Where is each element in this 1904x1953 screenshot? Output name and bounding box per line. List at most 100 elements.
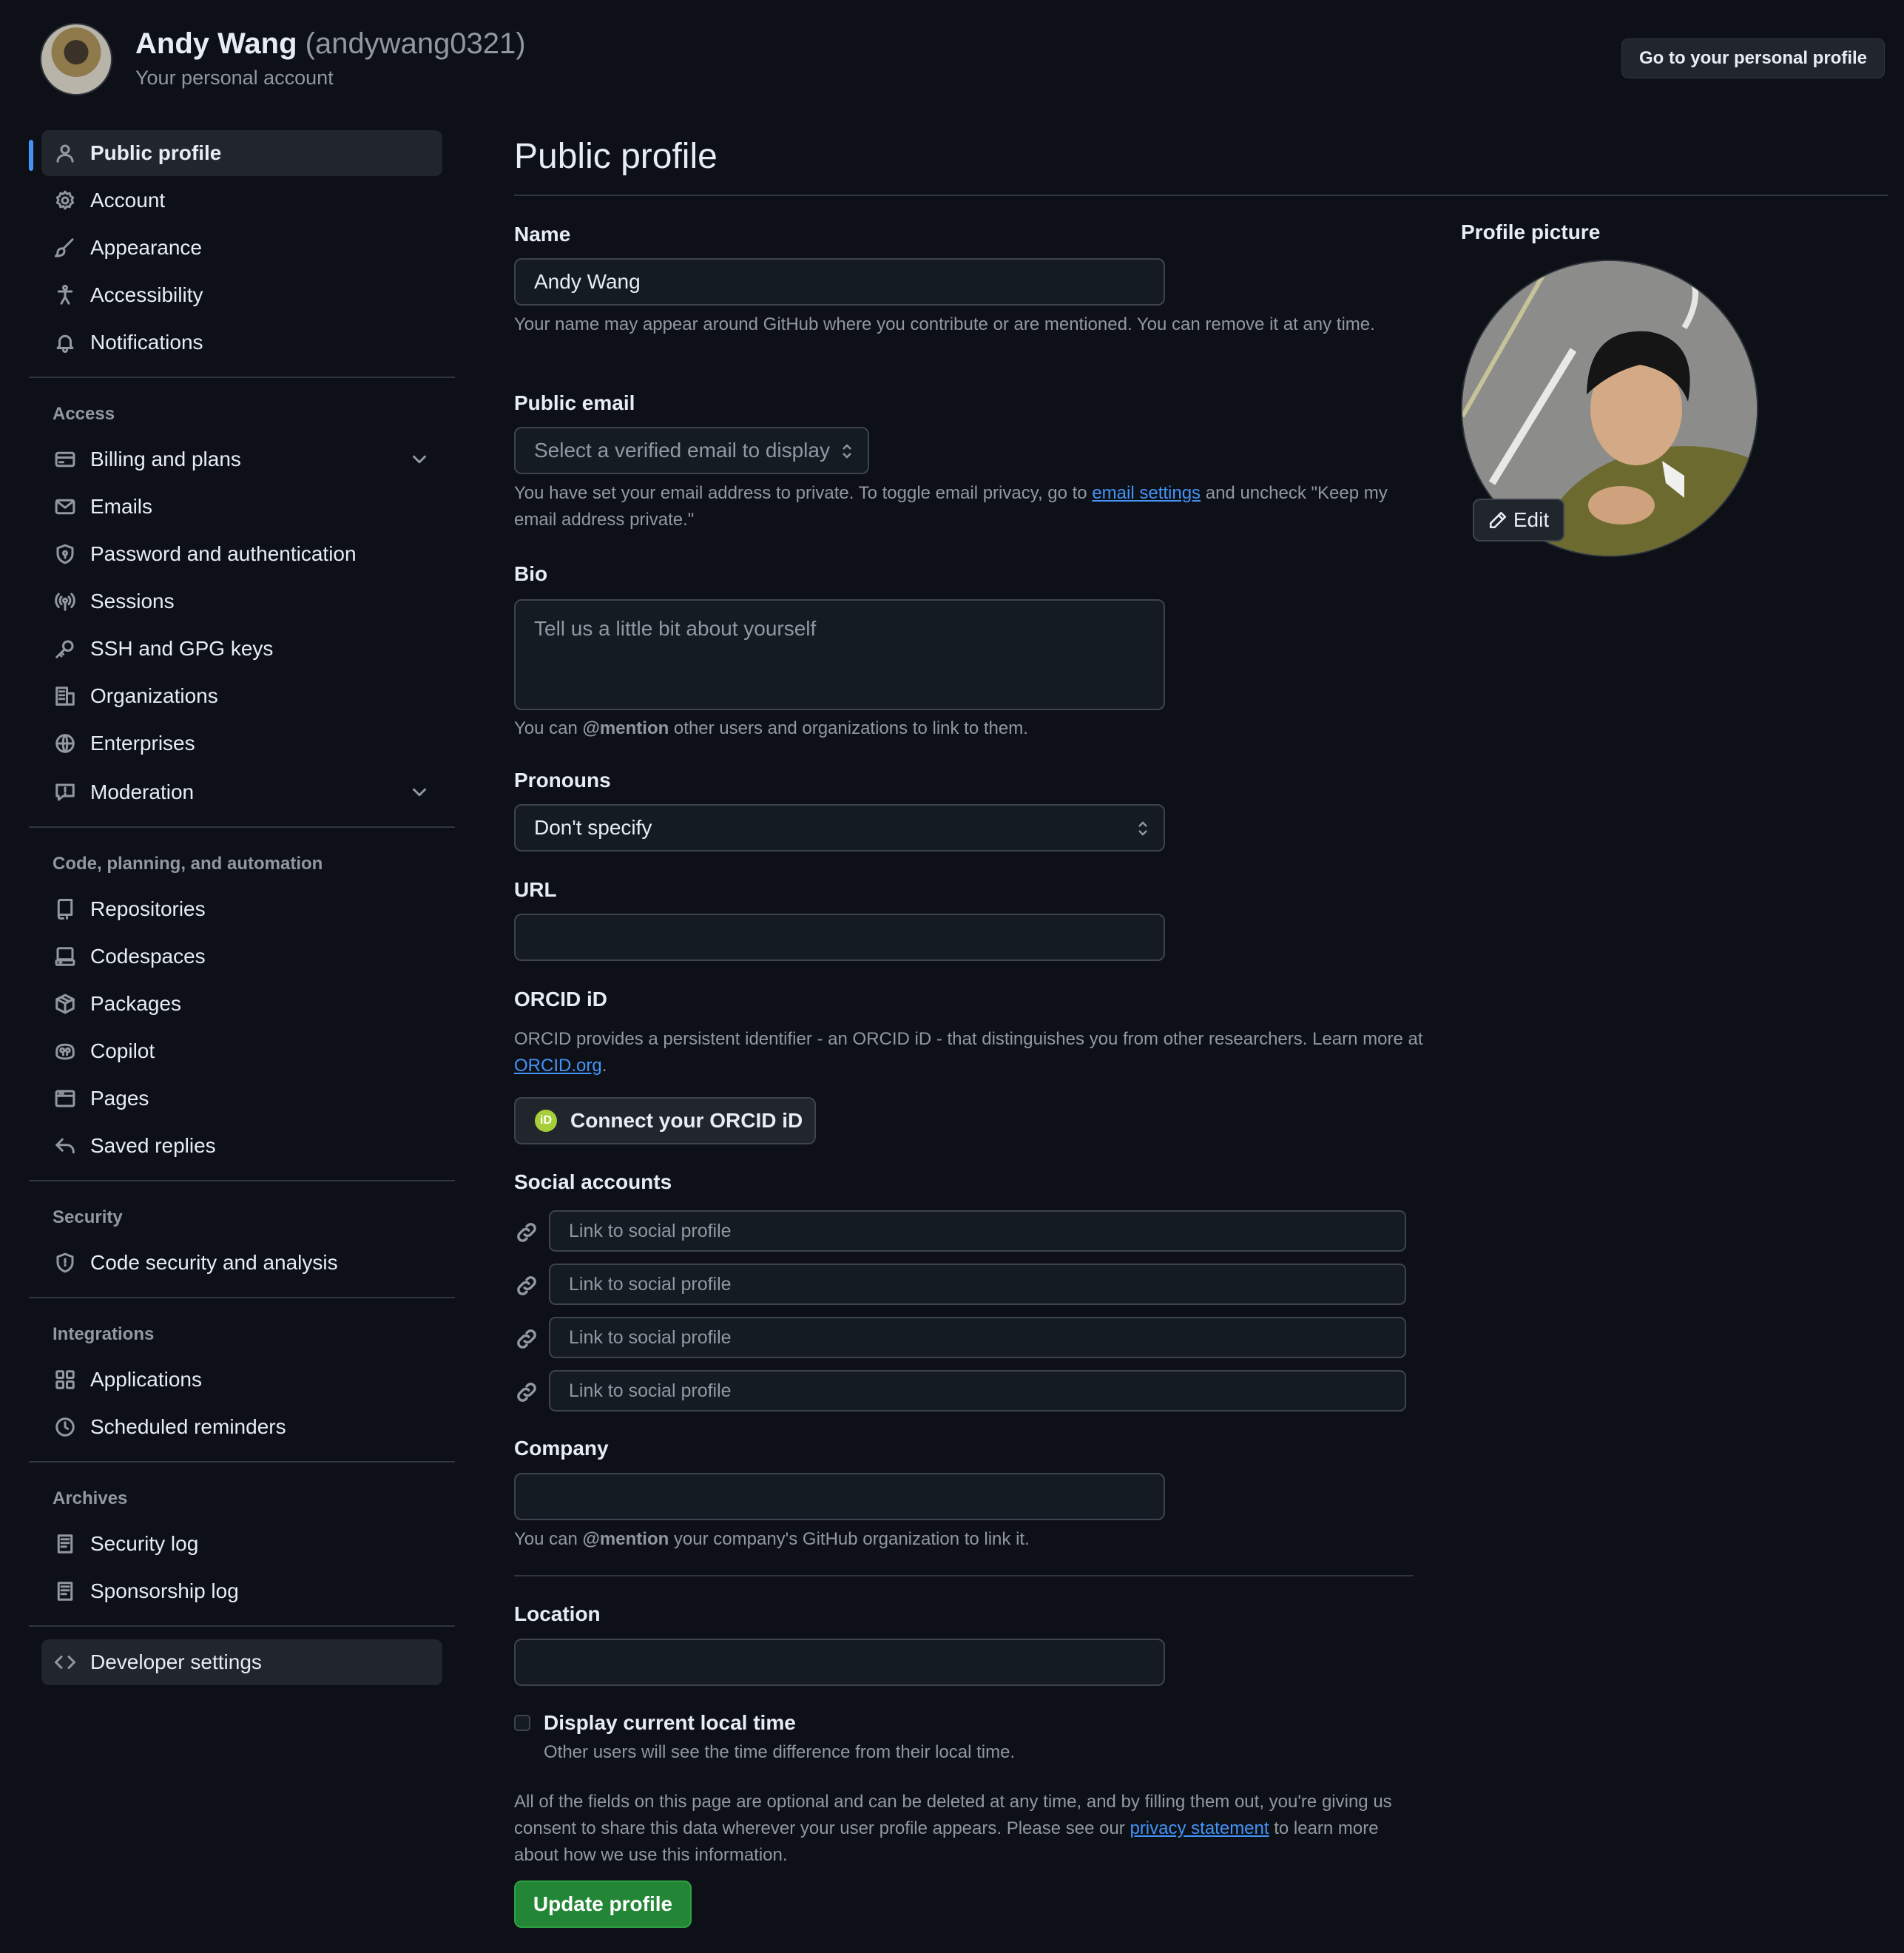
name-help: Your name may appear around GitHub where… bbox=[514, 314, 1375, 334]
select-arrows-icon bbox=[843, 444, 851, 459]
link-icon bbox=[517, 1329, 536, 1349]
sidebar-item-label: Enterprises bbox=[90, 732, 195, 755]
sidebar-item-label: Packages bbox=[90, 992, 181, 1015]
codescan-icon bbox=[52, 1249, 78, 1276]
mention-text: @mention bbox=[582, 718, 669, 738]
sidebar-item-billing[interactable]: Billing and plans bbox=[41, 436, 442, 482]
chevron-down-icon[interactable] bbox=[408, 781, 431, 803]
person-icon bbox=[52, 140, 78, 166]
sidebar-divider bbox=[29, 1180, 455, 1181]
pronouns-label: Pronouns bbox=[514, 769, 611, 792]
sidebar-heading-security: Security bbox=[53, 1207, 123, 1227]
name-input[interactable]: Andy Wang bbox=[514, 258, 1165, 306]
organization-icon bbox=[52, 683, 78, 709]
link-icon bbox=[517, 1383, 536, 1402]
sidebar-item-security-log[interactable]: Security log bbox=[41, 1521, 442, 1567]
sidebar-divider bbox=[29, 1625, 455, 1627]
sidebar-item-pages[interactable]: Pages bbox=[41, 1076, 442, 1121]
sidebar-item-label: Moderation bbox=[90, 780, 195, 803]
broadcast-icon bbox=[52, 588, 78, 615]
sidebar-item-label: Applications bbox=[90, 1368, 202, 1391]
sidebar-item-public-profile[interactable]: Public profile bbox=[41, 130, 442, 176]
sidebar-item-organizations[interactable]: Organizations bbox=[41, 673, 442, 719]
bell-icon bbox=[52, 329, 78, 356]
privacy-statement-link[interactable]: privacy statement bbox=[1130, 1818, 1269, 1838]
pronouns-select[interactable]: Don't specify bbox=[514, 804, 1165, 851]
update-profile-button[interactable]: Update profile bbox=[514, 1881, 692, 1928]
orcid-link[interactable]: ORCID.org bbox=[514, 1056, 602, 1076]
report-icon bbox=[52, 779, 78, 806]
bio-textarea[interactable]: Tell us a little bit about yourself bbox=[514, 599, 1165, 710]
sidebar-item-appearance[interactable]: Appearance bbox=[41, 225, 442, 271]
orcid-help-text: . bbox=[601, 1056, 607, 1076]
avatar[interactable] bbox=[40, 23, 112, 95]
sidebar-item-developer-settings[interactable]: Developer settings bbox=[41, 1639, 442, 1685]
social-profile-input[interactable]: Link to social profile bbox=[549, 1264, 1406, 1305]
gear-icon bbox=[52, 187, 78, 214]
sidebar-item-sponsorship-log[interactable]: Sponsorship log bbox=[41, 1568, 442, 1614]
sidebar-item-label: Appearance bbox=[90, 236, 203, 259]
social-profile-input[interactable]: Link to social profile bbox=[549, 1210, 1406, 1252]
bio-help-text: other users and organizations to link to… bbox=[669, 718, 1028, 738]
sidebar-heading-integrations: Integrations bbox=[53, 1324, 155, 1344]
sidebar-item-sessions[interactable]: Sessions bbox=[41, 579, 442, 624]
sidebar-item-label: Pages bbox=[90, 1087, 149, 1110]
sidebar-item-label: Accessibility bbox=[90, 283, 203, 306]
sidebar-item-notifications[interactable]: Notifications bbox=[41, 320, 442, 365]
go-to-personal-profile-button[interactable]: Go to your personal profile bbox=[1621, 38, 1885, 78]
bio-label: Bio bbox=[514, 562, 548, 585]
sidebar-item-account[interactable]: Account bbox=[41, 178, 442, 223]
sidebar-item-label: Copilot bbox=[90, 1039, 155, 1062]
package-icon bbox=[52, 991, 78, 1017]
sidebar-item-password-auth[interactable]: Password and authentication bbox=[41, 531, 442, 577]
company-input[interactable] bbox=[514, 1473, 1165, 1520]
sidebar-item-accessibility[interactable]: Accessibility bbox=[41, 272, 442, 318]
sidebar-divider bbox=[29, 826, 455, 828]
code-icon bbox=[52, 1649, 78, 1676]
sidebar-item-applications[interactable]: Applications bbox=[41, 1357, 442, 1403]
section-divider bbox=[514, 1575, 1414, 1576]
display-local-time-checkbox[interactable] bbox=[514, 1715, 530, 1731]
sidebar-item-scheduled-reminders[interactable]: Scheduled reminders bbox=[41, 1404, 442, 1450]
location-input[interactable] bbox=[514, 1639, 1165, 1686]
sidebar-item-packages[interactable]: Packages bbox=[41, 981, 442, 1027]
sidebar-item-label: Security log bbox=[90, 1532, 199, 1555]
sidebar-item-code-security[interactable]: Code security and analysis bbox=[41, 1240, 442, 1286]
url-label: URL bbox=[514, 878, 557, 901]
edit-profile-picture-button[interactable]: Edit bbox=[1473, 499, 1564, 542]
bio-help-text: You can bbox=[514, 718, 583, 738]
sidebar-item-label: Public profile bbox=[90, 141, 222, 164]
public-email-help-text: You have set your email address to priva… bbox=[514, 483, 1093, 503]
orcid-help-text: ORCID provides a persistent identifier -… bbox=[514, 1029, 1423, 1049]
company-label: Company bbox=[514, 1437, 609, 1460]
sidebar-item-label: Repositories bbox=[90, 897, 206, 920]
account-name: Andy Wang (andywang0321) bbox=[135, 25, 526, 62]
sidebar-divider bbox=[29, 1461, 455, 1463]
public-email-label: Public email bbox=[514, 391, 635, 414]
sidebar-item-label: Account bbox=[90, 189, 166, 212]
sidebar-item-repositories[interactable]: Repositories bbox=[41, 886, 442, 932]
company-help-text: You can bbox=[514, 1529, 583, 1549]
clock-icon bbox=[52, 1414, 78, 1440]
orcid-help: ORCID provides a persistent identifier -… bbox=[514, 1026, 1424, 1079]
sidebar-item-ssh-gpg[interactable]: SSH and GPG keys bbox=[41, 626, 442, 672]
chevron-down-icon[interactable] bbox=[408, 448, 431, 470]
company-help: You can @mention your company's GitHub o… bbox=[514, 1526, 1417, 1553]
public-email-select[interactable]: Select a verified email to display bbox=[514, 427, 869, 474]
email-settings-link[interactable]: email settings bbox=[1092, 483, 1201, 503]
connect-orcid-button[interactable]: iD Connect your ORCID iD bbox=[514, 1097, 816, 1144]
url-input[interactable] bbox=[514, 914, 1165, 961]
sidebar-item-enterprises[interactable]: Enterprises bbox=[41, 721, 442, 766]
social-profile-input[interactable]: Link to social profile bbox=[549, 1317, 1406, 1358]
sidebar-item-saved-replies[interactable]: Saved replies bbox=[41, 1123, 442, 1169]
sidebar-heading-access: Access bbox=[53, 404, 115, 424]
mention-text: @mention bbox=[582, 1529, 669, 1549]
sidebar-item-label: Organizations bbox=[90, 684, 218, 707]
sidebar-item-emails[interactable]: Emails bbox=[41, 484, 442, 530]
sidebar-item-copilot[interactable]: Copilot bbox=[41, 1028, 442, 1074]
sidebar-item-moderation[interactable]: Moderation bbox=[41, 769, 442, 815]
link-icon bbox=[517, 1223, 536, 1242]
social-profile-input[interactable]: Link to social profile bbox=[549, 1370, 1406, 1411]
sidebar-item-codespaces[interactable]: Codespaces bbox=[41, 934, 442, 979]
username: (andywang0321) bbox=[305, 27, 526, 60]
